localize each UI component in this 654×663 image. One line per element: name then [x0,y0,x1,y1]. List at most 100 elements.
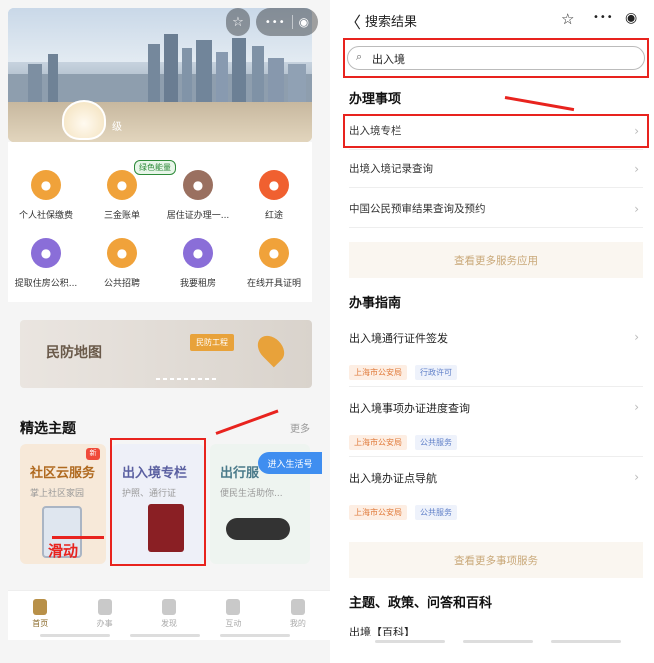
affair-label: 出境入境记录查询 [349,163,433,175]
map-banner-title: 民防地图 [46,345,102,361]
chevron-right-icon: › [634,470,639,484]
theme-card-title: 出行服 [220,466,260,481]
tab-interact[interactable]: 互动 [201,591,265,640]
recruit-icon: ● [107,238,137,268]
swipe-arrow [52,536,104,539]
chevron-right-icon: › [634,400,639,414]
guide-title: 出入境通行证件签发 [349,332,448,345]
type-badge: 公共服务 [415,505,457,520]
star-badge-icon: ● [259,170,289,200]
menu-capsule[interactable]: ••• ◉ [256,8,318,36]
tab-label: 办事 [96,619,113,628]
featured-title: 精选主题 [20,421,76,437]
tab-discover[interactable]: 发现 [137,591,201,640]
annotation-arrow [215,409,279,435]
section-affairs: 办理事项 [349,92,402,107]
tab-label: 互动 [225,619,242,628]
house-icon: ● [183,238,213,268]
affair-row[interactable]: 中国公民预审结果查询及预约 › [349,190,643,228]
interact-icon [226,599,241,615]
guide-item[interactable]: 出入境通行证件签发 上海市公安局 行政许可 › [349,330,643,380]
id-card-icon: ● [183,170,213,200]
service-label: 居住证办理一... [166,211,230,221]
service-label: 红途 [264,211,283,221]
service-label: 在线开具证明 [246,279,301,289]
tab-affairs[interactable]: 办事 [72,591,136,640]
more-guides-button[interactable]: 查看更多事项服务 [349,542,643,578]
tab-home[interactable]: 首页 [8,591,72,640]
star-icon[interactable]: ☆ [561,10,574,28]
highlight-box [110,438,206,566]
skyline-image [8,34,312,104]
guide-item[interactable]: 出入境办证点导航 上海市公安局 公共服务 › [349,470,643,520]
left-screen: ☆ ••• ◉ 级 绿色能量 ● 个人社保缴费 ● 三金账单 ● 居住证办理一... ● 红途… [0,0,330,663]
section-topics: 主题、政策、问答和百科 [349,596,493,611]
service-label: 三金账单 [103,211,140,221]
pen-icon [97,599,112,615]
traffic-light-image [226,518,290,540]
service-item[interactable]: ● 红途 [236,170,312,221]
featured-more-link[interactable]: 更多 [290,420,310,435]
annotation-arrow [504,96,575,112]
right-screen: 〈 搜索结果 ☆ ••• ◉ ⌕ 出入境 办理事项 出入境专栏 › 出境入境记录查… [335,0,654,663]
target-icon[interactable]: ◉ [299,15,309,29]
carousel-dots [156,378,216,380]
more-services-button[interactable]: 查看更多服务应用 [349,242,643,278]
service-item[interactable]: ● 三金账单 [84,170,160,221]
back-icon[interactable]: 〈 [345,9,361,33]
affair-label: 中国公民预审结果查询及预约 [349,203,486,215]
guide-title: 出入境办证点导航 [349,472,437,485]
social-security-icon: ● [31,170,61,200]
service-label: 我要租房 [179,279,216,289]
service-item[interactable]: ● 公共招聘 [84,238,160,289]
avatar[interactable] [62,100,106,140]
more-icon[interactable]: ••• [593,12,614,23]
tab-label: 发现 [161,619,178,628]
chevron-right-icon: › [634,161,639,176]
swipe-label: 滑动 [48,542,79,560]
tab-label: 首页 [32,619,49,628]
target-icon[interactable]: ◉ [625,10,637,26]
org-badge: 上海市公安局 [349,505,407,520]
chevron-right-icon: › [634,201,639,216]
tab-label: 我的 [289,619,306,628]
bottom-tab-bar: 首页 办事 发现 互动 我的 [8,590,330,640]
bill-icon: ● [107,170,137,200]
theme-card-title: 社区云服务 [30,466,96,481]
section-guide: 办事指南 [349,296,402,311]
affair-highlight-box [343,114,649,148]
page-title: 搜索结果 [365,15,418,30]
service-item[interactable]: ● 我要租房 [160,238,236,289]
org-badge: 上海市公安局 [349,365,407,380]
chevron-right-icon: › [634,330,639,344]
certificate-icon: ● [259,238,289,268]
theme-card-subtitle: 掌上社区家园 [30,489,85,499]
fund-icon: ● [31,238,61,268]
favorite-button[interactable]: ☆ [226,8,250,36]
tab-mine[interactable]: 我的 [266,591,330,640]
civil-defense-map-banner[interactable]: 民防地图 民防工程 [20,320,312,388]
service-item[interactable]: ● 提取住房公积... [8,238,84,289]
person-icon [290,599,305,615]
more-icon[interactable]: ••• [265,17,286,28]
theme-card-subtitle: 便民生活助你... [220,489,283,499]
user-level: 级 [112,122,122,133]
service-label: 个人社保缴费 [18,211,73,221]
guide-item[interactable]: 出入境事项办证进度查询 上海市公安局 公共服务 › [349,400,643,450]
join-life-account-button[interactable]: 进入生活号 [258,452,322,474]
home-icon [33,599,48,615]
type-badge: 行政许可 [415,365,457,380]
gate-icon [162,599,177,615]
service-item[interactable]: ● 在线开具证明 [236,238,312,289]
service-item[interactable]: ● 个人社保缴费 [8,170,84,221]
location-pin-icon [252,330,290,368]
guide-title: 出入境事项办证进度查询 [349,402,470,415]
affair-row[interactable]: 出境入境记录查询 › [349,150,643,188]
star-icon: ☆ [232,14,244,30]
service-label: 提取住房公积... [14,279,78,289]
map-banner-tag: 民防工程 [190,334,234,351]
topic-row-partial[interactable]: 出境【百科】 [349,624,415,636]
type-badge: 公共服务 [415,435,457,450]
new-badge: 新 [86,448,100,460]
service-item[interactable]: ● 居住证办理一... [160,170,236,221]
